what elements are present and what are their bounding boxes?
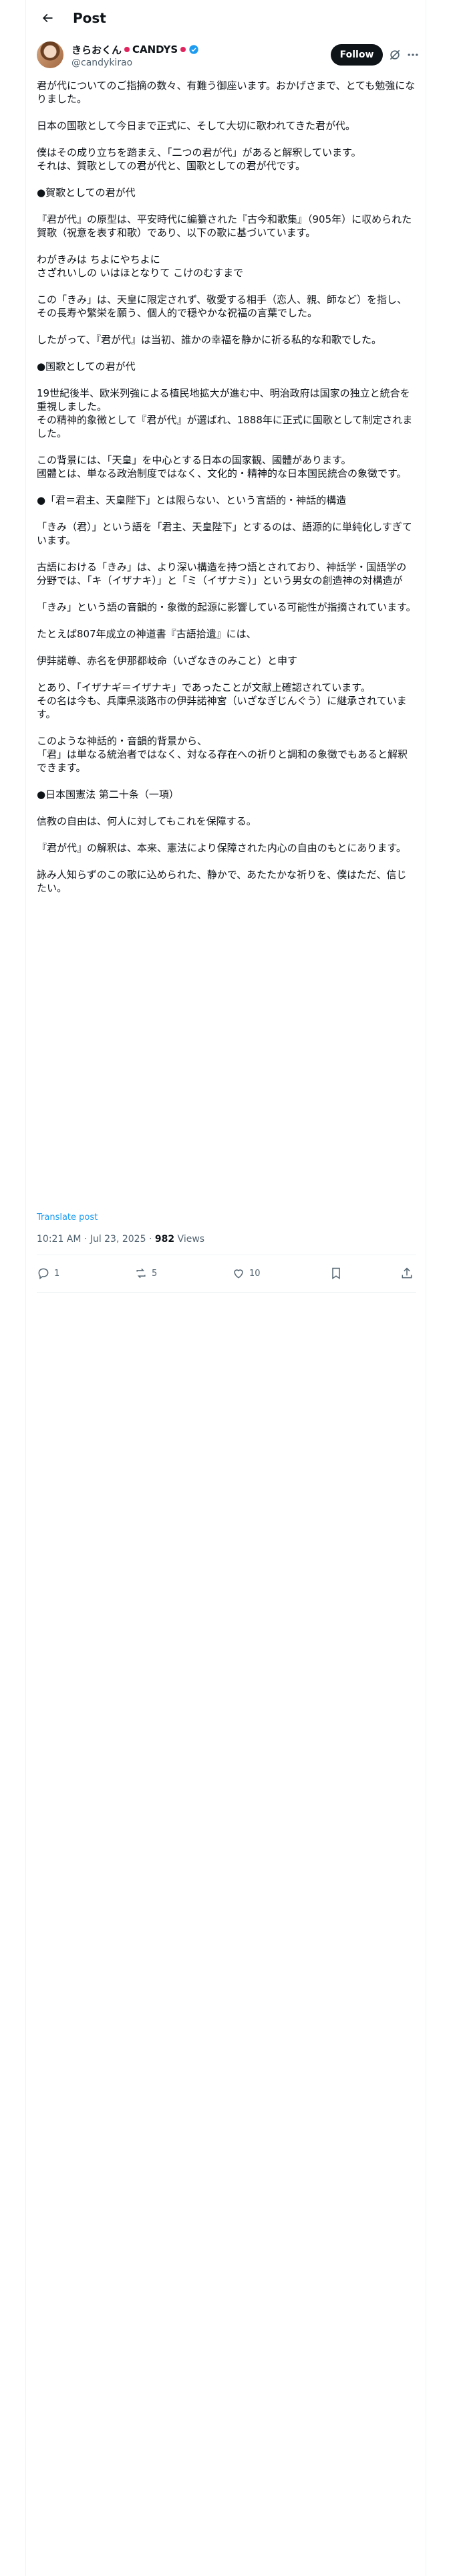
page-title: Post (73, 9, 106, 26)
quote-text: 伊弉諾尊、赤名を伊那都岐命（いざなきのみこと）と申す (37, 655, 298, 667)
back-button[interactable] (35, 6, 59, 30)
display-name[interactable]: きらおくん CANDYS (71, 43, 199, 56)
tweet-paragraph: 「きみ（君）」という語を「君主、天皇陛下」とするのは、語源的に単純化しすぎていま… (37, 521, 412, 546)
tweet-paragraph: 僕はその成り立ちを踏まえ、「二つの君が代」があると解釈しています。 それは、賀歌… (37, 146, 361, 172)
views-count: 982 (154, 1234, 175, 1245)
avatar[interactable] (37, 41, 63, 68)
tweet-paragraph: 19世紀後半、欧米列強による植民地拡大が進む中、明治政府は国家の独立と統合を重視… (37, 387, 413, 439)
reply-button[interactable]: 1 (37, 1267, 90, 1280)
tweet-paragraph: この背景には、「天皇」を中心とする日本の国家観、國體があります。 國體とは、単な… (37, 454, 407, 479)
like-button[interactable]: 10 (232, 1267, 285, 1280)
translate-post-link[interactable]: Translate post (37, 1212, 98, 1222)
bookmark-icon (332, 1267, 340, 1279)
back-arrow-icon (42, 13, 53, 22)
tweet-paragraph: このような神話的・音韻的背景から、 「君」は単なる統治者ではなく、対なる存在への… (37, 735, 408, 774)
tweet-paragraph: とあり、「イザナギ＝イザナキ」であったことが文献上確認されています。 その名は今… (37, 681, 407, 720)
section-heading: ●「君＝君主、天皇陛下」とは限らない、という言語的・神話的構造 (37, 494, 347, 506)
tweet-paragraph: 「きみ」という語の音韻的・象徴的起源に影響している可能性が指摘されています。 (37, 601, 416, 613)
like-icon (234, 1269, 243, 1279)
post-header: Post (26, 0, 427, 35)
tweet-text: 君が代についてのご指摘の数々、有難う御座います。おかげさまで、とても勉強になりま… (37, 79, 416, 895)
reply-count: 1 (54, 1268, 60, 1279)
grok-icon[interactable] (388, 48, 402, 62)
follow-button[interactable]: Follow (331, 44, 383, 66)
tweet-paragraph: 『君が代』の解釈は、本来、憲法により保障された内心の自由のもとにあります。 (37, 842, 406, 854)
post-date[interactable]: Jul 23, 2025 (90, 1234, 146, 1245)
poem-text: わがきみは ちよにやちよに さざれいしの いはほとなりて こけのむすまで (37, 253, 244, 279)
share-icon (402, 1267, 412, 1279)
tweet-paragraph: たとえば807年成立の神道書『古語拾遺』には、 (37, 628, 257, 640)
share-button[interactable] (400, 1267, 416, 1280)
views-label: Views (177, 1234, 205, 1245)
reply-icon (38, 1268, 49, 1279)
tweet-paragraph: 『君が代』の原型は、平安時代に編纂された『古今和歌集』（905年）に収められた賀… (37, 213, 412, 239)
more-icon[interactable] (406, 48, 420, 62)
author-handle[interactable]: @candykirao (71, 58, 199, 68)
bookmark-button[interactable] (329, 1267, 356, 1280)
tweet-paragraph: したがって、『君が代』は当初、誰かの幸福を静かに祈る私的な和歌でした。 (37, 334, 382, 346)
post-column: Post きらおくん CANDYS @candykirao Follow 君が代… (25, 0, 426, 2576)
repost-count: 5 (152, 1268, 158, 1279)
author-row: きらおくん CANDYS @candykirao Follow (37, 41, 418, 71)
post-time[interactable]: 10:21 AM (37, 1234, 81, 1245)
section-heading: ●国歌としての君が代 (37, 360, 136, 372)
tweet-paragraph: 日本の国歌として今日まで正式に、そして大切に歌われてきた君が代。 (37, 120, 356, 132)
repost-icon (136, 1268, 146, 1279)
display-name-text: きらおくん (71, 43, 122, 56)
like-count: 10 (249, 1268, 261, 1279)
section-heading: ●賀歌としての君が代 (37, 187, 136, 199)
section-heading: ●日本国憲法 第二十条（一項） (37, 788, 179, 800)
action-bar: 1 5 10 (37, 1261, 416, 1285)
tweet-paragraph: 古語における「きみ」は、より深い構造を持つ語とされており、神話学・国語学の分野で… (37, 561, 407, 586)
tweet-paragraph: この「きみ」は、天皇に限定されず、敬愛する相手（恋人、親、師など）を指し、 その… (37, 294, 407, 319)
brand-name: CANDYS (132, 43, 178, 56)
heart-emoji-icon (124, 47, 130, 52)
repost-button[interactable]: 5 (134, 1267, 188, 1280)
tweet-paragraph: 信教の自由は、何人に対してもこれを保障する。 (37, 815, 257, 827)
verified-badge-icon (189, 45, 198, 54)
post-meta: 10:21 AM · Jul 23, 2025 · 982 Views (37, 1234, 205, 1245)
author-names: きらおくん CANDYS @candykirao (71, 43, 199, 68)
divider (37, 1292, 416, 1293)
tweet-paragraph: 君が代についてのご指摘の数々、有難う御座います。おかげさまで、とても勉強になりま… (37, 80, 416, 105)
tweet-paragraph: 詠み人知らずのこの歌に込められた、静かで、あたたかな祈りを、僕はただ、信じたい。 (37, 869, 407, 894)
heart-emoji-icon (180, 47, 186, 52)
